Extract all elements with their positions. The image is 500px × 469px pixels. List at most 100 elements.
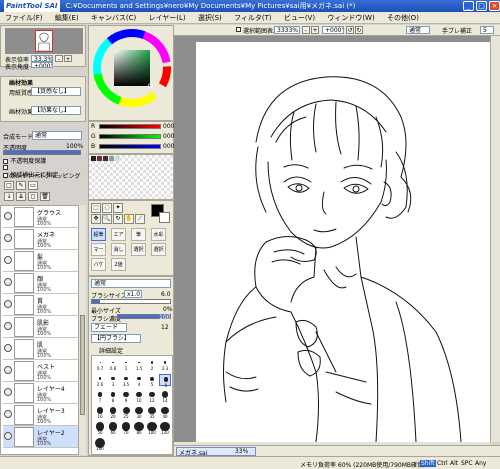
- selection-checkbox-icon[interactable]: [236, 27, 241, 32]
- layer-scrollbar[interactable]: [78, 205, 86, 455]
- brush-size-cell[interactable]: 14: [159, 390, 171, 403]
- lasso-icon[interactable]: ◌: [102, 203, 112, 213]
- canvas-vertical-scrollbar[interactable]: [490, 36, 500, 442]
- tool-button[interactable]: 2値ペン: [111, 258, 126, 271]
- close-button[interactable]: ×: [489, 1, 500, 11]
- layer-row[interactable]: 肌通常 100%: [3, 338, 81, 360]
- menu-other[interactable]: その他(O): [382, 12, 424, 24]
- brush-size-cell[interactable]: 70: [120, 422, 132, 435]
- zoom-in-button[interactable]: +: [64, 55, 72, 63]
- zoom-field[interactable]: 33.3%: [31, 55, 53, 62]
- brush-size-cell[interactable]: 2.3: [159, 358, 171, 371]
- visibility-eye-icon[interactable]: [4, 234, 12, 242]
- brush-size-cell[interactable]: 0.7: [94, 358, 106, 371]
- zoom-out-button[interactable]: -: [55, 55, 63, 63]
- brush-size-cell[interactable]: 60: [107, 422, 119, 435]
- brush-size-slider[interactable]: [91, 299, 171, 304]
- visibility-eye-icon[interactable]: [4, 432, 12, 440]
- magic-wand-icon[interactable]: ✦: [113, 203, 123, 213]
- layer-row[interactable]: 顔通常 100%: [3, 272, 81, 294]
- layer-row[interactable]: 髪通常 100%: [3, 250, 81, 272]
- swatch[interactable]: [109, 156, 114, 161]
- menu-layer[interactable]: レイヤー(L): [143, 12, 190, 24]
- brush-size-cell[interactable]: 50: [94, 422, 106, 435]
- color-wheel-icon[interactable]: [93, 29, 171, 107]
- angle-field[interactable]: +000°: [31, 62, 53, 68]
- canvas-zoom-in-button[interactable]: +: [311, 26, 319, 34]
- brush-size-cell[interactable]: 120: [159, 421, 171, 435]
- brush-size-cell[interactable]: 9: [120, 390, 132, 403]
- menu-select[interactable]: 選択(S): [193, 12, 227, 24]
- swatch[interactable]: [103, 156, 108, 161]
- navigator-preview[interactable]: [5, 28, 83, 54]
- layer-row[interactable]: レイヤー2 通常 100%: [3, 426, 81, 448]
- stabilizer-select[interactable]: 5: [480, 26, 494, 34]
- menu-edit[interactable]: 編集(E): [50, 12, 84, 24]
- layer-row[interactable]: メガネ 通常 100%: [3, 228, 81, 250]
- swatch[interactable]: [97, 156, 102, 161]
- opacity-slider[interactable]: [3, 150, 81, 155]
- new-folder-icon[interactable]: ▭: [28, 181, 38, 190]
- select-rect-icon[interactable]: ⬚: [91, 203, 101, 213]
- visibility-eye-icon[interactable]: [4, 212, 12, 220]
- brush-size-cell[interactable]: 6: [159, 374, 171, 388]
- layer-option-3[interactable]: 領域検出元に指定: [3, 170, 58, 179]
- canvas-angle-field[interactable]: +000°: [322, 26, 344, 34]
- rotate-right-button[interactable]: ↻: [355, 26, 363, 34]
- eyedropper-icon[interactable]: ⟋: [135, 214, 145, 224]
- scratch-pad[interactable]: [88, 154, 174, 200]
- visibility-eye-icon[interactable]: [4, 300, 12, 308]
- swatch[interactable]: [115, 156, 120, 161]
- visibility-eye-icon[interactable]: [4, 366, 12, 374]
- checkbox-icon[interactable]: [3, 172, 8, 178]
- blend-mode-select[interactable]: 通常: [32, 131, 82, 140]
- maximize-button[interactable]: □: [476, 1, 487, 11]
- visibility-eye-icon[interactable]: [4, 256, 12, 264]
- g-slider[interactable]: [99, 134, 161, 139]
- b-slider[interactable]: [99, 144, 161, 149]
- brush-size-cell[interactable]: 4: [133, 374, 145, 387]
- visibility-eye-icon[interactable]: [4, 344, 12, 352]
- visibility-eye-icon[interactable]: [4, 322, 12, 330]
- brush-size-cell[interactable]: 8: [107, 390, 119, 403]
- move-icon[interactable]: ✥: [91, 214, 101, 224]
- detail-settings-toggle[interactable]: 詳細設定: [99, 346, 123, 355]
- minimize-button[interactable]: _: [463, 1, 474, 11]
- tool-button[interactable]: バケツ: [91, 258, 106, 271]
- new-linework-layer-icon[interactable]: ✎: [16, 181, 26, 190]
- tool-button[interactable]: 消しゴム: [111, 243, 126, 256]
- brush-size-cell[interactable]: 7: [94, 390, 106, 403]
- brush-size-cell[interactable]: 40: [159, 406, 171, 419]
- layer-row[interactable]: レイヤー4 通常 100%: [3, 382, 81, 404]
- brush-shape-select[interactable]: 【円ブラシ】: [91, 334, 141, 343]
- brush-size-cell[interactable]: 1: [120, 358, 132, 371]
- canvas-paper[interactable]: [196, 42, 490, 442]
- brush-size-cell[interactable]: 35: [146, 406, 158, 419]
- clear-layer-icon[interactable]: ◻: [28, 192, 38, 201]
- r-value[interactable]: 000: [163, 123, 174, 130]
- tool-button[interactable]: 鉛筆: [91, 228, 106, 241]
- tool-button[interactable]: 水彩筆: [151, 228, 166, 241]
- visibility-eye-icon[interactable]: [4, 410, 12, 418]
- canvas-zoom-field[interactable]: 3333%: [274, 26, 300, 34]
- new-layer-icon[interactable]: □: [4, 181, 14, 190]
- tool-button[interactable]: 選択ペン: [131, 243, 146, 256]
- layer-row[interactable]: ベスト 通常 100%: [3, 360, 81, 382]
- effect-select[interactable]: 【効果なし】: [31, 106, 81, 115]
- brush-size-cell[interactable]: 100: [146, 421, 158, 435]
- brush-size-cell[interactable]: 80: [133, 421, 145, 435]
- merge-down-icon[interactable]: ⇊: [16, 192, 26, 201]
- r-slider[interactable]: [99, 124, 161, 129]
- layer-scroll-thumb[interactable]: [80, 315, 85, 415]
- texture-select[interactable]: 【質感なし】: [31, 87, 81, 96]
- layer-row[interactable]: 首通常 100%: [3, 294, 81, 316]
- brush-size-cell[interactable]: 2.6: [94, 374, 106, 387]
- menu-filter[interactable]: フィルタ(T): [229, 12, 277, 24]
- canvas-mode-select[interactable]: 通常: [406, 26, 430, 34]
- layer-row[interactable]: 肌影 通常 100%: [3, 316, 81, 338]
- brush-size-cell[interactable]: 10: [133, 390, 145, 403]
- edge-select[interactable]: フェード: [91, 323, 127, 332]
- brush-size-cell[interactable]: 5: [146, 374, 158, 387]
- canvas-zoom-out-button[interactable]: -: [302, 26, 310, 34]
- brush-mode-select[interactable]: 通常: [91, 279, 171, 288]
